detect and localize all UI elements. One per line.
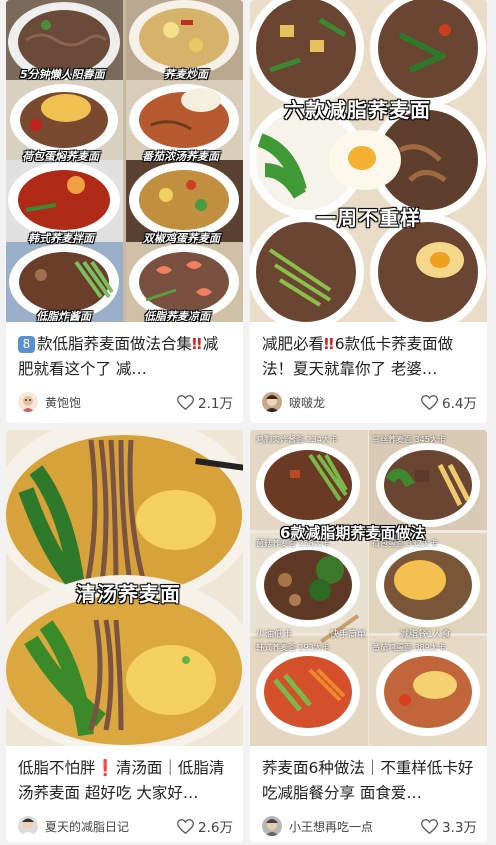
double-exclamation-icon: ‼ (192, 335, 202, 353)
like-button[interactable]: 2.1万 (177, 392, 233, 412)
cover-caption: 双椒鸡蛋荞麦面 (143, 232, 220, 245)
like-button[interactable]: 6.4万 (421, 392, 477, 412)
note-card[interactable]: 清汤荞麦面 低脂不怕胖❗ 清汤面｜低脂清汤荞麦面 超好吃 大家好… 夏天的减脂日记… (6, 430, 243, 842)
like-button[interactable]: 3.3万 (421, 816, 477, 836)
cover-label: 少油低卡 (256, 630, 293, 640)
double-exclamation-icon: ‼ (324, 335, 334, 353)
author-name[interactable]: 黄饱饱 (45, 394, 177, 411)
heart-icon (177, 818, 194, 834)
note-card-footer: 啵啵龙 6.4万 (250, 382, 487, 422)
note-cover-image[interactable]: 5分钟懒人阳春面 荞麦炒面 荷包蛋焖荞麦面 番茄浓汤荞麦面 韩式荞麦拌面 双椒鸡… (6, 0, 243, 322)
note-card-body: 荞麦面6种做法｜不重样低卡好吃减脂餐分享 面食爱… (250, 746, 487, 806)
avatar[interactable] (18, 392, 38, 412)
note-card-body: 8 款低脂荞麦面做法合集‼ 减肥就看这个了 减… (6, 322, 243, 382)
food-collage (250, 0, 487, 322)
cover-caption: 荞麦炒面 (164, 68, 208, 81)
cover-caption: 荷包蛋焖荞麦面 (22, 150, 99, 163)
note-title[interactable]: 8 款低脂荞麦面做法合集‼ 减肥就看这个了 减… (18, 332, 233, 382)
note-card[interactable]: 六款减脂荞麦面 一周不重样 减肥必看‼ 6款低卡荞麦面做法！夏天就靠你了 老婆… … (250, 0, 487, 423)
note-title[interactable]: 荞麦面6种做法｜不重样低卡好吃减脂餐分享 面食爱… (262, 756, 477, 806)
author-name[interactable]: 小王想再吃一点 (289, 818, 421, 835)
cover-caption: 番茄浓汤荞麦面 (142, 150, 219, 163)
cover-caption: 一周不重样 (316, 206, 421, 230)
cover-caption: 韩式荞麦拌面 (28, 232, 94, 245)
avatar[interactable] (262, 816, 282, 836)
author-name[interactable]: 啵啵龙 (289, 394, 421, 411)
cover-label: 荷包蛋面 332大卡 (372, 539, 438, 548)
feed-column-right: 六款减脂荞麦面 一周不重样 减肥必看‼ 6款低卡荞麦面做法！夏天就靠你了 老婆… … (250, 0, 487, 845)
note-card-body: 低脂不怕胖❗ 清汤面｜低脂清汤荞麦面 超好吃 大家好… (6, 746, 243, 806)
heart-icon (421, 818, 438, 834)
note-cover-image[interactable]: 六款减脂荞麦面 一周不重样 (250, 0, 487, 322)
author-name[interactable]: 夏天的减脂日记 (45, 818, 177, 835)
cover-caption: 低脂炸酱面 (36, 310, 91, 322)
cover-label: 韩式荞麦面 293大卡 (256, 643, 330, 652)
heart-icon (177, 394, 194, 410)
cover-caption: 低脂荞麦凉面 (144, 310, 210, 322)
note-title[interactable]: 低脂不怕胖❗ 清汤面｜低脂清汤荞麦面 超好吃 大家好… (18, 756, 233, 806)
note-card-body: 减肥必看‼ 6款低卡荞麦面做法！夏天就靠你了 老婆… (250, 322, 487, 382)
note-card[interactable]: 鸡胸肉炸酱面 234大卡 三丝荞麦面 345大卡 6款减脂期荞麦面做法 菌菇荞麦… (250, 430, 487, 842)
cover-caption: 5分钟懒人阳春面 (20, 68, 105, 81)
like-count: 3.3万 (442, 820, 477, 836)
cover-label: 鸡胸肉炸酱面 234大卡 (256, 435, 338, 444)
feed-column-left: 5分钟懒人阳春面 荞麦炒面 荷包蛋焖荞麦面 番茄浓汤荞麦面 韩式荞麦拌面 双椒鸡… (6, 0, 243, 845)
like-button[interactable]: 2.6万 (177, 816, 233, 836)
cover-caption: 清汤荞麦面 (76, 582, 181, 606)
note-card-footer: 小王想再吃一点 3.3万 (250, 806, 487, 842)
note-cover-image[interactable]: 清汤荞麦面 (6, 430, 243, 746)
avatar[interactable] (262, 392, 282, 412)
like-count: 2.6万 (198, 820, 233, 836)
note-card[interactable]: 5分钟懒人阳春面 荞麦炒面 荷包蛋焖荞麦面 番茄浓汤荞麦面 韩式荞麦拌面 双椒鸡… (6, 0, 243, 423)
note-title[interactable]: 减肥必看‼ 6款低卡荞麦面做法！夏天就靠你了 老婆… (262, 332, 477, 382)
cover-label: 减脂餐1人食 (400, 630, 451, 640)
cover-label: 快手简单 (330, 630, 367, 640)
cover-label: 三丝荞麦面 345大卡 (372, 435, 446, 444)
note-card-footer: 夏天的减脂日记 2.6万 (6, 806, 243, 842)
cover-caption: 六款减脂荞麦面 (284, 98, 431, 122)
like-count: 6.4万 (442, 396, 477, 412)
number-8-icon: 8 (18, 336, 35, 353)
like-count: 2.1万 (198, 396, 233, 412)
note-card-footer: 黄饱饱 2.1万 (6, 382, 243, 422)
exclamation-icon: ❗ (95, 759, 115, 777)
heart-icon (421, 394, 438, 410)
note-cover-image[interactable]: 鸡胸肉炸酱面 234大卡 三丝荞麦面 345大卡 6款减脂期荞麦面做法 菌菇荞麦… (250, 430, 487, 746)
cover-label: 菌菇荞麦面 258大卡 (256, 539, 330, 548)
avatar[interactable] (18, 816, 38, 836)
food-collage (250, 430, 487, 746)
cover-label: 番茄鸡蛋面 389大卡 (372, 643, 446, 652)
